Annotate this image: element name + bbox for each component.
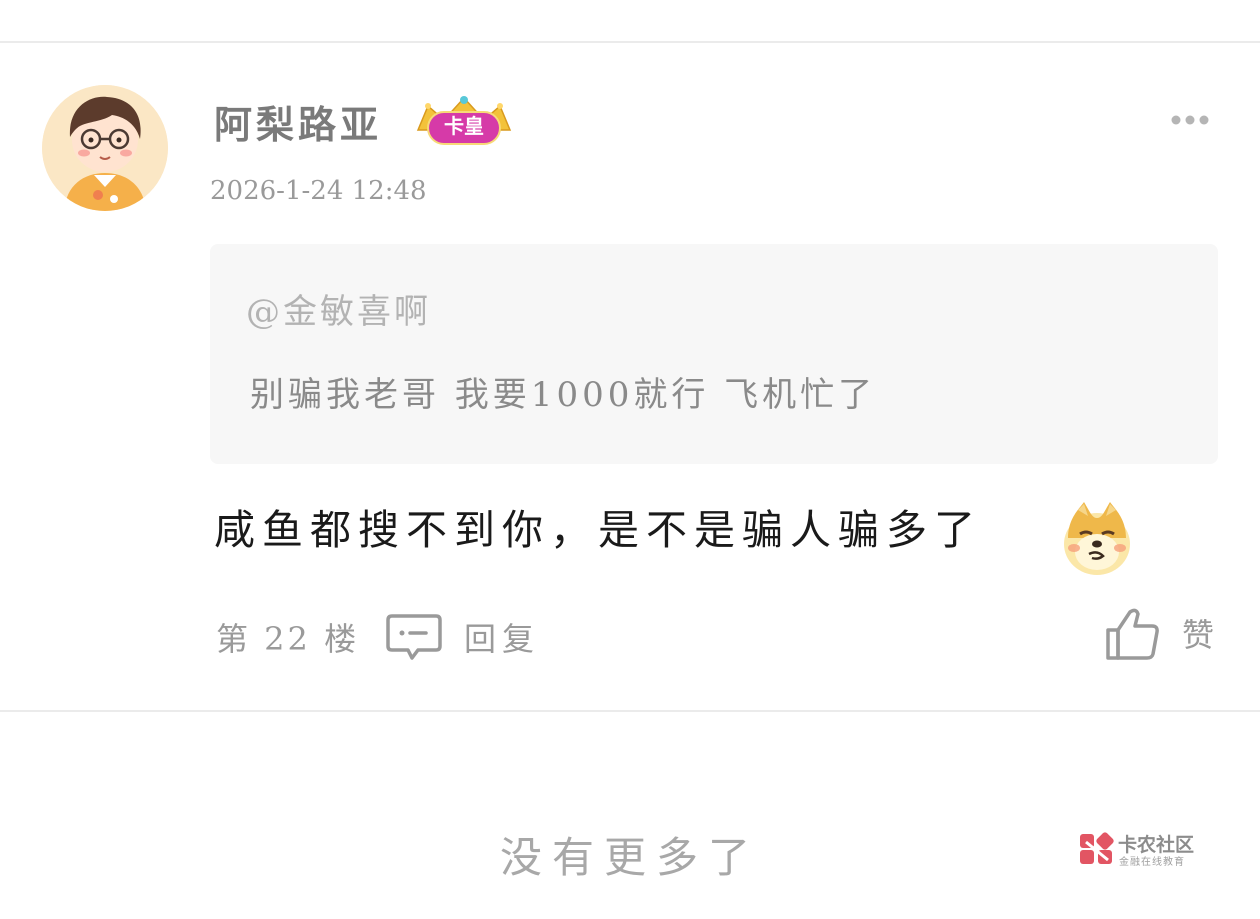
reply-label: 回复 xyxy=(464,620,541,658)
floor-number: 第 22 楼 xyxy=(216,620,360,658)
comment-body: 咸鱼都搜不到你，是不是骗人骗多了 xyxy=(214,506,982,554)
more-options-icon[interactable] xyxy=(1166,110,1214,130)
quoted-comment[interactable] xyxy=(210,244,1218,464)
comment-bubble-icon xyxy=(386,614,442,660)
end-of-list-text: 没有更多了 xyxy=(499,833,760,882)
badge-label: 卡皇 xyxy=(444,114,484,138)
watermark-subtitle: 金融在线教育 xyxy=(1119,857,1185,868)
watermark: 卡农社区 金融在线教育 xyxy=(1078,828,1218,872)
like-label: 赞 xyxy=(1182,616,1215,654)
quoted-text: 别骗我老哥 我要1000就行 飞机忙了 xyxy=(250,375,877,415)
kanong-logo-icon xyxy=(1080,832,1114,864)
comment-page: 阿梨路亚 卡皇 2026-1-24 12:48 @金敏喜啊 别骗我老哥 我要10… xyxy=(0,0,1260,919)
reply-button[interactable]: 回复 xyxy=(386,606,556,666)
avatar[interactable] xyxy=(42,85,168,211)
top-divider xyxy=(0,41,1260,43)
doge-emoji-icon xyxy=(1064,502,1130,575)
username[interactable]: 阿梨路亚 xyxy=(214,94,382,149)
like-button[interactable]: 赞 xyxy=(1100,600,1230,666)
thumbs-up-icon xyxy=(1106,608,1159,660)
quoted-user-mention[interactable]: @金敏喜啊 xyxy=(246,284,431,333)
post-timestamp: 2026-1-24 12:48 xyxy=(210,176,427,206)
bottom-divider xyxy=(0,710,1260,712)
